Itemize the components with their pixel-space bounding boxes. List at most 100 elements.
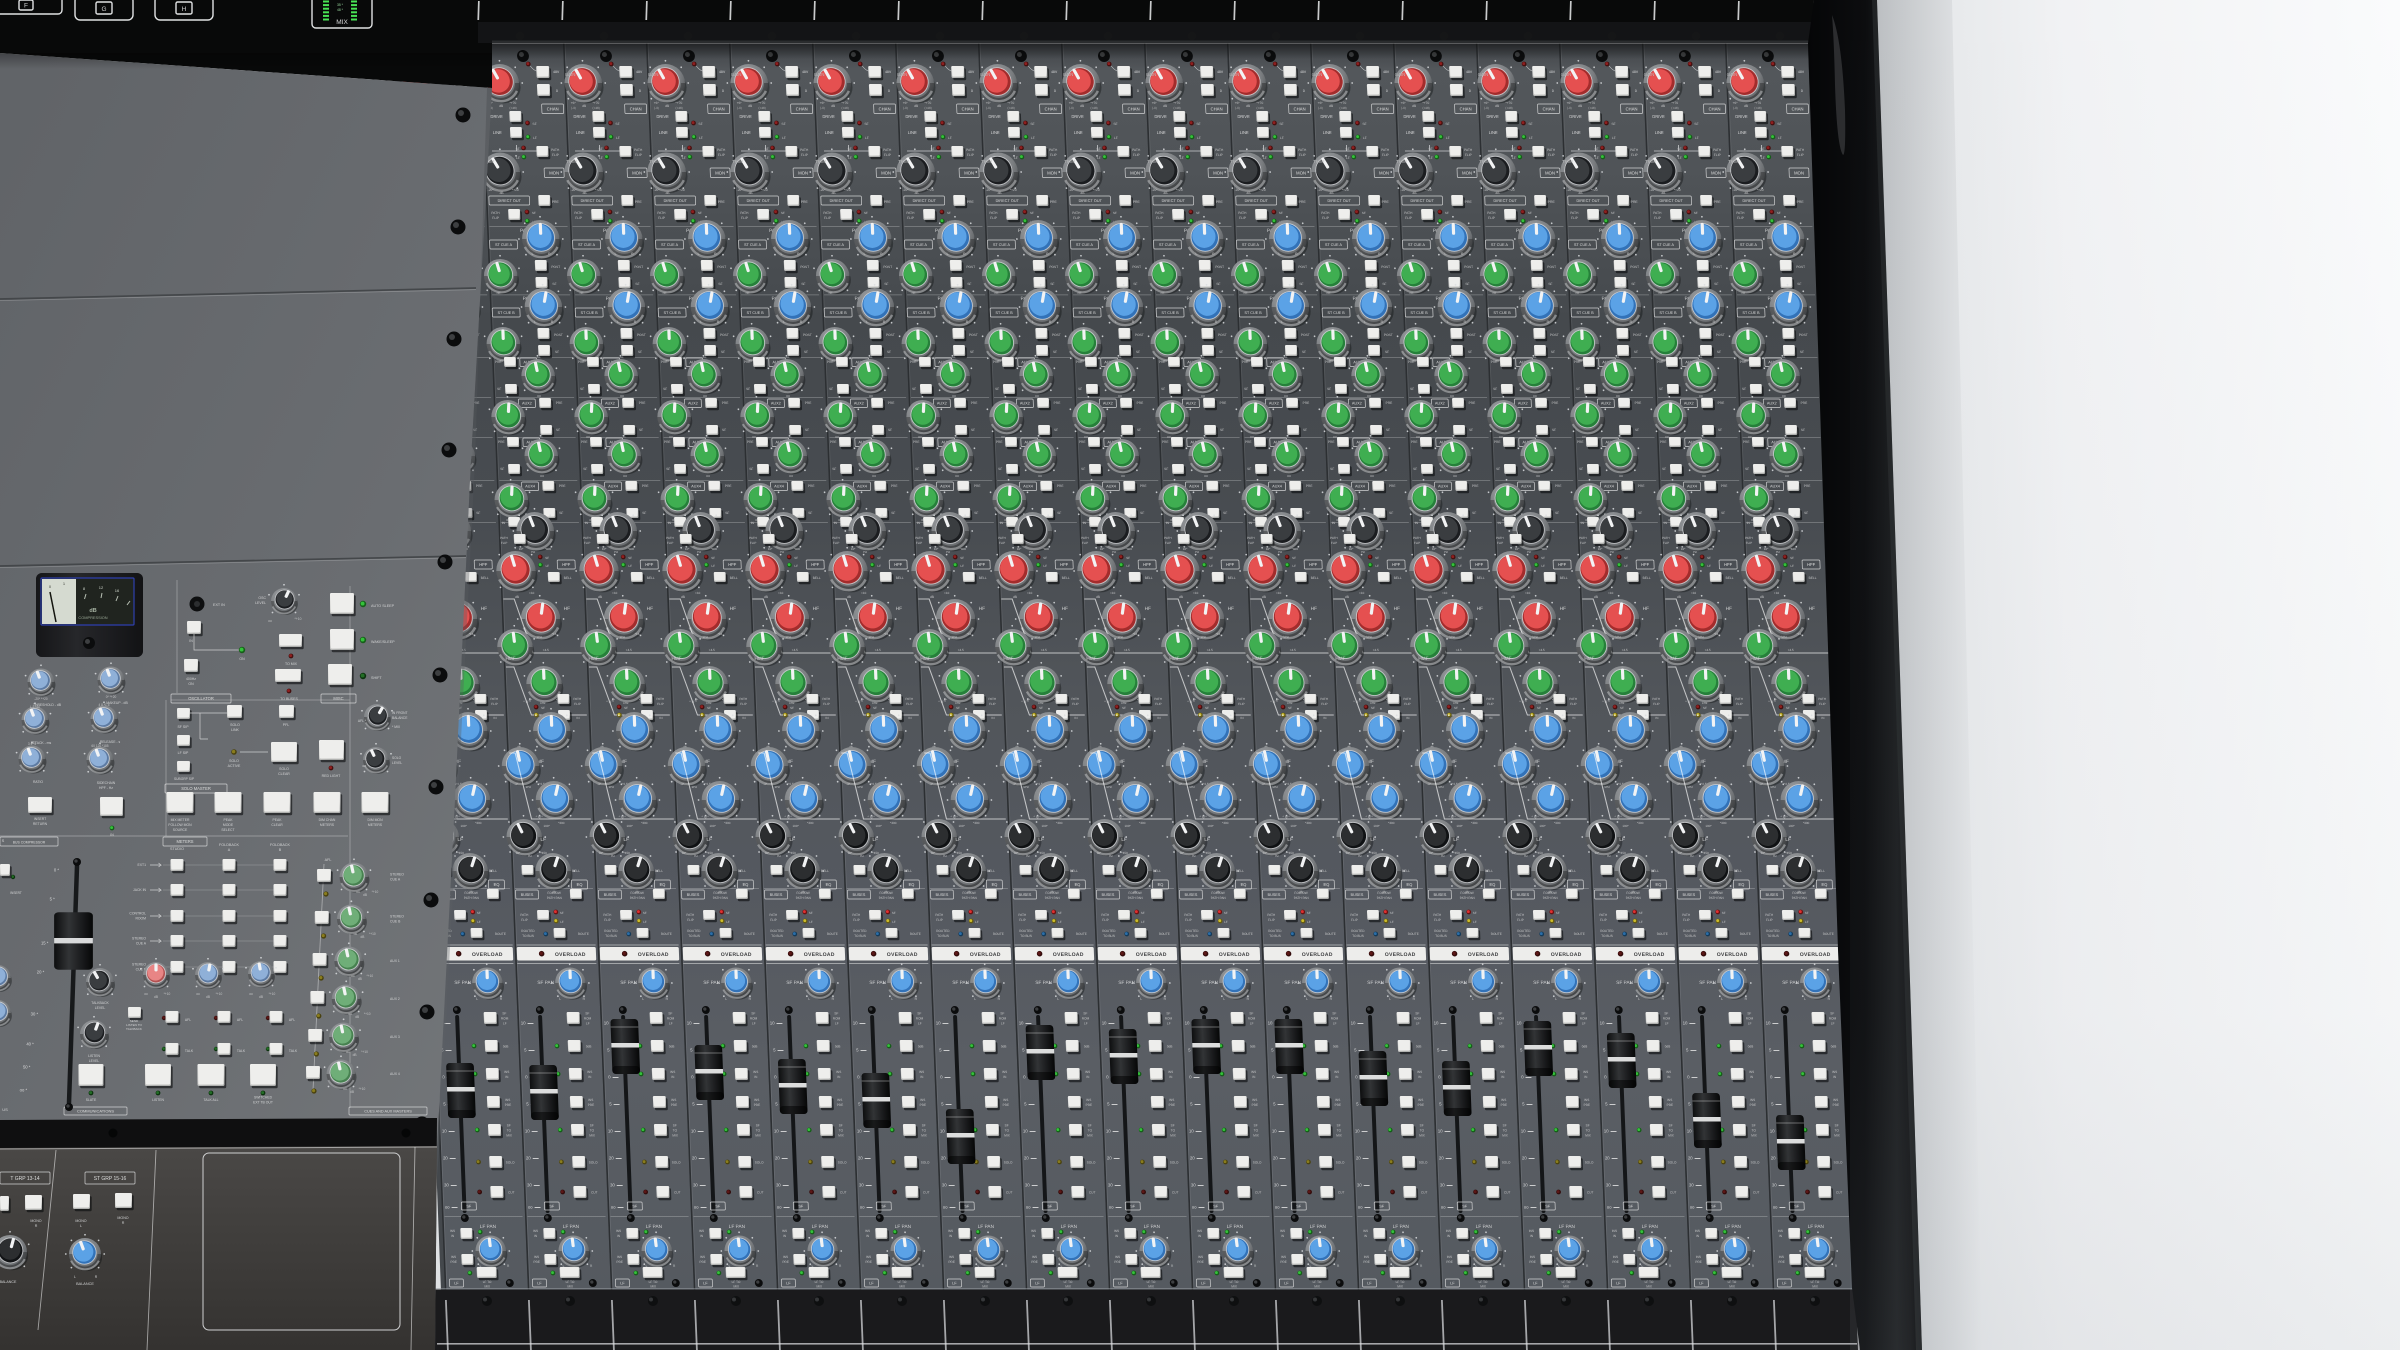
svg-text:AUX 2: AUX 2: [390, 997, 400, 1001]
svg-text:EXT TB OUT: EXT TB OUT: [253, 1101, 273, 1105]
svg-text:METERS: METERS: [176, 839, 193, 844]
svg-text:STEREO: STEREO: [132, 963, 146, 967]
svg-text:SOURCE: SOURCE: [173, 828, 188, 832]
svg-text:RED LIGHT: RED LIGHT: [322, 774, 342, 778]
svg-text:oo: oo: [356, 890, 360, 894]
svg-text:16: 16: [115, 588, 120, 593]
svg-text:*+10: *+10: [164, 992, 171, 996]
svg-text:AFL *: AFL *: [358, 719, 367, 723]
svg-text:oo: oo: [249, 992, 253, 996]
svg-text:0* *+20: 0* *+20: [106, 695, 117, 699]
svg-text:WAKE/SLEEP: WAKE/SLEEP: [371, 640, 395, 644]
svg-text:15 *: 15 *: [41, 941, 49, 946]
svg-text:0 *: 0 *: [54, 868, 59, 873]
svg-text:COMPRESSION: COMPRESSION: [78, 615, 107, 620]
svg-text:SOLO MASTER: SOLO MASTER: [181, 786, 211, 791]
svg-text:RATIO: RATIO: [33, 780, 43, 784]
svg-text:FOLDBACK: FOLDBACK: [219, 843, 239, 847]
svg-text:CUE A: CUE A: [136, 942, 147, 946]
svg-text:oo: oo: [196, 992, 200, 996]
svg-text:dB: dB: [89, 608, 96, 614]
svg-text:R: R: [35, 1224, 38, 1228]
svg-text:G: G: [101, 6, 106, 13]
svg-text:5 *: 5 *: [50, 897, 55, 902]
svg-text:LEVEL: LEVEL: [392, 761, 402, 765]
svg-text:MODE: MODE: [223, 823, 234, 827]
svg-text:AUX 4: AUX 4: [390, 1072, 400, 1076]
svg-text:ON: ON: [188, 682, 194, 686]
svg-text:AUX 3: AUX 3: [390, 1035, 400, 1039]
svg-text:STUDIO: STUDIO: [170, 847, 184, 851]
svg-text:MISC: MISC: [333, 696, 343, 701]
svg-text:dB: dB: [355, 1015, 359, 1019]
svg-text:400Hz: 400Hz: [186, 677, 196, 681]
svg-text:T GRP 13-14: T GRP 13-14: [10, 1176, 39, 1182]
svg-text:SHIFT: SHIFT: [371, 676, 382, 680]
svg-text:oo *: oo *: [20, 1088, 28, 1093]
svg-text:dB: dB: [360, 935, 364, 939]
svg-text:TALK: TALK: [237, 1049, 246, 1053]
svg-text:SF SIP: SF SIP: [177, 725, 189, 729]
svg-text:*+10: *+10: [216, 992, 223, 996]
svg-text:LEVEL: LEVEL: [255, 601, 266, 605]
svg-text:H: H: [182, 6, 187, 13]
svg-text:RETURN: RETURN: [33, 822, 48, 826]
svg-text:LEVEL: LEVEL: [95, 1006, 106, 1010]
svg-text:TALKBACK: TALKBACK: [126, 1027, 143, 1031]
svg-text:PEAK: PEAK: [223, 818, 233, 822]
svg-text:PFL: PFL: [283, 723, 289, 727]
svg-text:60 120 *185: 60 120 *185: [91, 744, 108, 748]
svg-text:50 *: 50 *: [23, 1065, 31, 1070]
svg-text:dB: dB: [259, 995, 263, 999]
svg-text:DIM CHAN: DIM CHAN: [319, 818, 336, 822]
svg-text:MAKEUP - dB: MAKEUP - dB: [106, 701, 128, 705]
svg-text:* MIX: * MIX: [392, 725, 401, 729]
svg-text:CUE B: CUE B: [390, 920, 401, 924]
svg-text:BALANCE: BALANCE: [0, 1280, 17, 1284]
svg-text:dB: dB: [358, 977, 362, 981]
svg-text:SWITCHED: SWITCHED: [254, 1096, 273, 1100]
svg-text:*+10: *+10: [369, 932, 376, 936]
svg-text:CUE A: CUE A: [390, 878, 401, 882]
svg-text:SUBGRP SIP: SUBGRP SIP: [174, 777, 195, 781]
svg-text:FOLDBACK: FOLDBACK: [270, 843, 290, 847]
svg-text:dB: dB: [154, 995, 158, 999]
svg-text:oo: oo: [351, 974, 355, 978]
svg-text:20 *: 20 *: [37, 970, 45, 975]
svg-text:SOLO: SOLO: [392, 756, 402, 760]
svg-text:TO BUSES: TO BUSES: [280, 697, 298, 701]
svg-text:DIM MON: DIM MON: [367, 818, 383, 822]
svg-text:COMMUNICATIONS: COMMUNICATIONS: [77, 1108, 114, 1113]
svg-text:dB: dB: [206, 995, 210, 999]
svg-text:*+10: *+10: [364, 1012, 371, 1016]
svg-text:*+10: *+10: [295, 617, 302, 621]
svg-text:BALANCE: BALANCE: [392, 716, 408, 720]
svg-text:BUS COMPRESSOR: BUS COMPRESSOR: [13, 841, 46, 845]
svg-text:TO MIX: TO MIX: [285, 662, 298, 666]
svg-text:PEAK: PEAK: [272, 818, 282, 822]
svg-text:oo: oo: [343, 1087, 347, 1091]
svg-text:TALK: TALK: [289, 1049, 298, 1053]
svg-text:METERS: METERS: [368, 823, 383, 827]
svg-text:dB: dB: [350, 1090, 354, 1094]
svg-text:*+10: *+10: [366, 974, 373, 978]
svg-text:L: L: [80, 1224, 82, 1228]
svg-text:40 *: 40 *: [26, 1042, 34, 1047]
svg-text:oo: oo: [354, 932, 358, 936]
svg-text:S: S: [2, 838, 5, 843]
svg-text:LISTEN: LISTEN: [152, 1098, 164, 1102]
svg-text:dB: dB: [353, 1053, 357, 1057]
svg-text:12: 12: [99, 585, 104, 590]
svg-text:IN FRONT: IN FRONT: [392, 711, 408, 715]
svg-text:ROOM: ROOM: [135, 917, 146, 921]
svg-text:*+10: *+10: [269, 992, 276, 996]
svg-text:*+10: *+10: [372, 890, 379, 894]
svg-text:ACTIVE: ACTIVE: [228, 764, 241, 768]
svg-text:30 *: 30 *: [31, 1012, 39, 1017]
svg-text:SOLO: SOLO: [229, 759, 239, 763]
svg-text:R: R: [122, 1221, 125, 1225]
svg-text:SIDECHAIN: SIDECHAIN: [97, 781, 116, 785]
svg-text:48 *: 48 *: [337, 8, 344, 12]
svg-text:AFL: AFL: [289, 1018, 295, 1022]
svg-text:SELECT: SELECT: [221, 828, 234, 832]
